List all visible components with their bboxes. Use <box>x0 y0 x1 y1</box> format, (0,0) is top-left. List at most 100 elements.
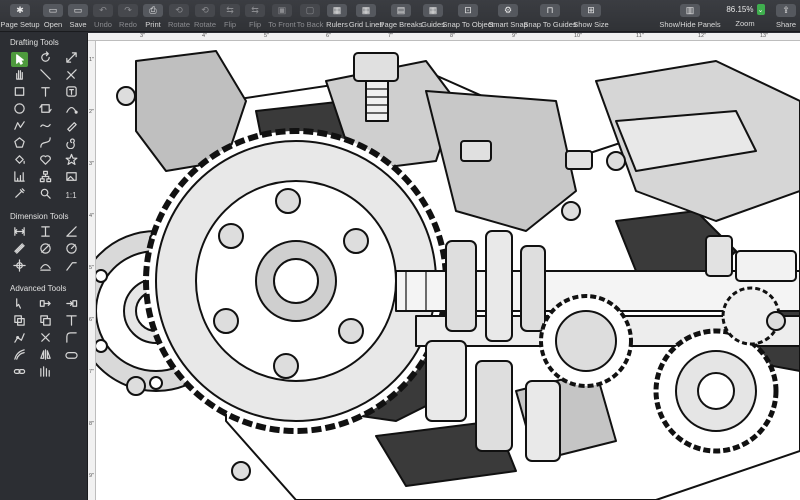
scale-ratio-button[interactable]: 1:1 <box>58 187 84 204</box>
trim-tool[interactable] <box>58 68 84 85</box>
offset-tool[interactable] <box>6 348 32 365</box>
aligned-dimension-tool[interactable] <box>6 242 32 259</box>
measure-grid-icon <box>13 170 26 188</box>
freeform-tool[interactable] <box>6 119 32 136</box>
star-tool[interactable] <box>58 153 84 170</box>
toolbar-snap-to-guides-button[interactable]: ⊓ Snap To Guides <box>523 0 577 32</box>
ruler-h-label: 11" <box>636 33 644 39</box>
ruler-v-label: 8" <box>89 421 95 427</box>
connector-tool[interactable] <box>32 297 58 314</box>
scale-tool-tool[interactable] <box>58 51 84 68</box>
toolbar-page-breaks-button[interactable]: ▤ Page Breaks <box>380 0 422 32</box>
leader-tool[interactable] <box>58 259 84 276</box>
leader-icon <box>65 259 78 277</box>
toolbar-grid-lines-button[interactable]: ▦ Grid Lines <box>349 0 383 32</box>
polygon-rotate-tool[interactable] <box>32 102 58 119</box>
spiral-tool[interactable] <box>58 136 84 153</box>
center-mark-tool[interactable] <box>6 258 32 276</box>
heart-icon <box>39 153 52 171</box>
select-node-tool[interactable] <box>6 297 32 314</box>
zoom-row: 86.15% ⌄ <box>726 4 765 15</box>
toolbar-undo-button[interactable]: ↶ Undo <box>90 0 116 32</box>
toolbar-save-button[interactable]: ▭ Save <box>66 0 90 32</box>
flip-icon: ⇆ <box>245 4 265 17</box>
curve-tool[interactable] <box>32 119 58 136</box>
toolbar-show-size-button[interactable]: ⊞ Show Size <box>573 0 609 32</box>
ruler-h-label: 9" <box>512 33 518 39</box>
toolbar-page-setup-button[interactable]: ✱ Page Setup <box>0 0 40 32</box>
eyedropper-tool[interactable] <box>6 187 32 204</box>
radius-tool[interactable] <box>58 242 84 259</box>
union-tool[interactable] <box>6 314 32 331</box>
polygon-tool[interactable] <box>6 136 32 153</box>
vertical-dimension-tool[interactable] <box>32 225 58 242</box>
to-front-icon: ▣ <box>272 4 292 17</box>
arc-point-tool[interactable] <box>58 102 84 119</box>
toolbar-snap-to-object-button[interactable]: ⊡ Snap To Object <box>442 0 494 32</box>
toolbar-open-button[interactable]: ▭ Open <box>40 0 66 32</box>
toolbar-flip-button[interactable]: ⇆ Flip <box>218 0 242 32</box>
toolbar-to-front-button[interactable]: ▣ To Front <box>268 0 296 32</box>
toolbar-redo-button[interactable]: ↷ Redo <box>116 0 140 32</box>
horizontal-dimension-icon <box>13 225 26 243</box>
ruler-h-label: 10" <box>574 33 583 39</box>
pointer-tool[interactable] <box>6 51 32 68</box>
join-tool[interactable] <box>58 348 84 365</box>
toolbar-rotate-button[interactable]: ⟲ Rotate <box>192 0 218 32</box>
share-icon: ⇪ <box>776 4 796 17</box>
heart-tool[interactable] <box>32 153 58 170</box>
chain-tool[interactable] <box>6 365 32 382</box>
toolbar-rotate-button[interactable]: ⟲ Rotate <box>166 0 192 32</box>
image-tool[interactable] <box>58 170 84 187</box>
explode-tool[interactable] <box>32 331 58 348</box>
split-tool[interactable] <box>58 314 84 331</box>
zoom-value[interactable]: 86.15% <box>726 5 753 14</box>
toolbar-rulers-button[interactable]: ▦ Rulers <box>324 0 350 32</box>
toolbar-share-button[interactable]: ⇪ Share <box>772 0 800 32</box>
connector-icon <box>39 297 52 315</box>
rectangle-tool[interactable] <box>6 85 32 102</box>
vertical-ruler[interactable]: 1" 2" 3" 4" 5" 6" 7" 8" 9" <box>88 41 96 500</box>
text-tool[interactable] <box>32 85 58 102</box>
text-box-tool[interactable] <box>58 85 84 102</box>
circle-tool[interactable] <box>6 102 32 119</box>
angle-dimension-tool[interactable] <box>58 225 84 242</box>
zoom-control[interactable]: 86.15% ⌄ Zoom <box>718 0 772 31</box>
fill-tool[interactable] <box>6 153 32 170</box>
chain-icon <box>13 365 26 383</box>
hand-tool[interactable] <box>6 68 32 85</box>
toolbar-show-hide-panels-button[interactable]: ▥ Show/Hide Panels <box>659 0 721 32</box>
horizontal-dimension-tool[interactable] <box>6 225 32 242</box>
scatter-tool[interactable] <box>6 331 32 348</box>
snap-guides-icon: ⊓ <box>540 4 560 17</box>
drafting-tools-title: Drafting Tools <box>10 38 59 47</box>
connector-arrow-tool[interactable] <box>58 297 84 314</box>
bezier-icon <box>39 136 52 154</box>
ruler-v-label: 7" <box>89 369 95 375</box>
magnifier-tool[interactable] <box>32 187 58 204</box>
bezier-tool[interactable] <box>32 136 58 153</box>
arc-length-tool[interactable] <box>32 259 58 276</box>
diameter-tool[interactable] <box>32 242 58 259</box>
toolbar-flip-button[interactable]: ⇆ Flip <box>242 0 268 32</box>
line-tool[interactable] <box>32 68 58 85</box>
mirror-tool[interactable] <box>32 348 58 365</box>
hierarchy-tool[interactable] <box>32 170 58 187</box>
fillet-tool[interactable] <box>58 331 84 348</box>
toolbar-button-label: Guides <box>421 20 445 29</box>
toolbar-button-label: Undo <box>94 20 112 29</box>
drafting-tools-grid: 1:1 <box>6 50 87 204</box>
zoom-stepper-icon[interactable]: ⌄ <box>756 4 765 15</box>
toolbar-button-label: Rulers <box>326 20 348 29</box>
toolbar-smart-snap-button[interactable]: ⚙ Smart Snap <box>488 0 528 32</box>
toolbar-print-button[interactable]: ⎙ Print <box>140 0 166 32</box>
rotate-tool-tool[interactable] <box>32 50 58 68</box>
pen-tool[interactable] <box>58 119 84 136</box>
subtract-tool[interactable] <box>32 314 58 331</box>
measure-grid-tool[interactable] <box>6 170 32 187</box>
extend-tool[interactable] <box>32 365 58 382</box>
drawing-canvas[interactable] <box>96 41 800 500</box>
toolbar-to-back-button[interactable]: ▢ To Back <box>296 0 324 32</box>
join-icon <box>64 348 78 366</box>
horizontal-ruler[interactable]: 3" 4" 5" 6" 7" 8" 9" 10" 11" 12" 13" <box>88 33 800 41</box>
